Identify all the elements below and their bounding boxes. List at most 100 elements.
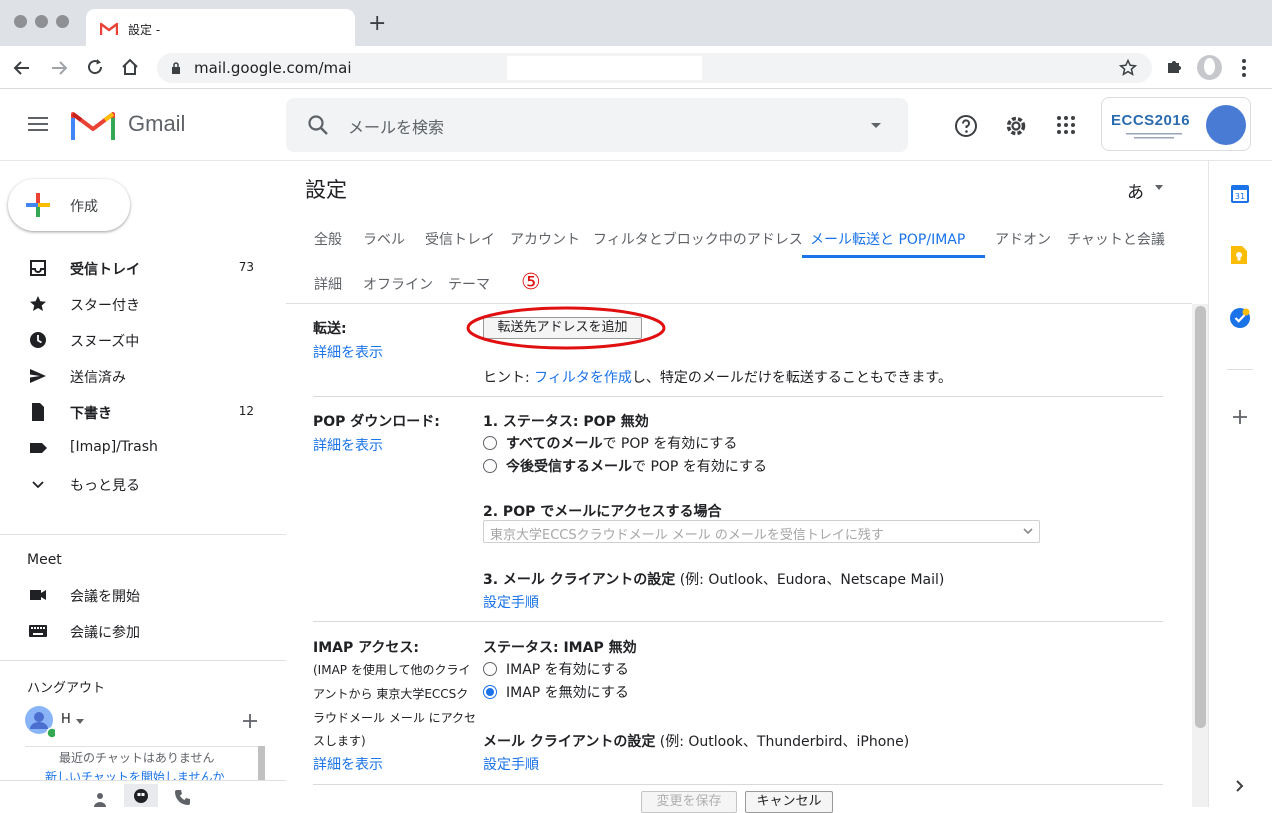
meet-start-meeting[interactable]: 会議を開始 bbox=[0, 577, 270, 613]
pop-client-heading: 3. メール クライアントの設定 (例: Outlook、Eudora、Nets… bbox=[483, 569, 944, 589]
pop-enable-new-label[interactable]: 今後受信するメールで POP を有効にする bbox=[506, 456, 767, 476]
cancel-button[interactable]: キャンセル bbox=[745, 791, 833, 813]
no-recent-chats-text: 最近のチャットはありません bbox=[59, 751, 215, 765]
sidebar-item-label: スヌーズ中 bbox=[70, 334, 140, 350]
chat-list-empty: 最近のチャットはありません 新しいチャットを開始しませんか bbox=[25, 746, 265, 784]
bookmark-star-icon[interactable] bbox=[1119, 59, 1137, 77]
draft-icon bbox=[32, 403, 44, 421]
caret-down-icon bbox=[76, 719, 84, 724]
save-changes-button[interactable]: 変更を保存 bbox=[641, 791, 737, 813]
apps-grid-icon[interactable] bbox=[1056, 115, 1076, 135]
caret-down-icon bbox=[1155, 185, 1163, 190]
chevron-right-icon[interactable] bbox=[1235, 779, 1245, 793]
sidebar-item-imap-trash[interactable]: [Imap]/Trash bbox=[0, 430, 270, 466]
sidebar-item-snoozed[interactable]: スヌーズ中 bbox=[0, 322, 270, 358]
pop-details-link[interactable]: 詳細を表示 bbox=[313, 435, 383, 455]
sidebar-item-sent[interactable]: 送信済み bbox=[0, 358, 270, 394]
extensions-puzzle-icon[interactable] bbox=[1165, 58, 1183, 76]
imap-client-heading-bold: メール クライアントの設定 bbox=[483, 734, 656, 750]
forwarding-details-link[interactable]: 詳細を表示 bbox=[313, 342, 383, 362]
tab-offline[interactable]: オフライン bbox=[363, 274, 433, 294]
sidebar-divider bbox=[0, 660, 286, 661]
tab-inbox[interactable]: 受信トレイ bbox=[425, 229, 495, 249]
unread-count: 73 bbox=[238, 260, 254, 274]
gmail-logo-icon[interactable] bbox=[71, 110, 115, 142]
tab-forwarding-pop-imap[interactable]: メール転送と POP/IMAP bbox=[810, 229, 965, 249]
address-bar[interactable]: mail.google.com/mai bbox=[157, 53, 1152, 83]
back-arrow-icon[interactable] bbox=[13, 59, 31, 77]
keyboard-icon bbox=[29, 625, 47, 637]
search-bar[interactable]: メールを検索 bbox=[286, 98, 908, 152]
tab-advanced[interactable]: 詳細 bbox=[314, 274, 342, 294]
imap-config-instructions-link[interactable]: 設定手順 bbox=[483, 754, 539, 774]
calendar-icon[interactable]: 31 bbox=[1230, 184, 1250, 204]
step-number-annotation: ⑤ bbox=[521, 270, 541, 295]
account-switcher[interactable]: ECCS2016 bbox=[1101, 97, 1251, 151]
tab-addons[interactable]: アドオン bbox=[995, 229, 1051, 249]
imap-enable-label[interactable]: IMAP を有効にする bbox=[506, 659, 629, 679]
settings-scrollbar-thumb[interactable] bbox=[1195, 306, 1206, 728]
pop-client-heading-bold: 3. メール クライアントの設定 bbox=[483, 572, 676, 588]
active-tab-indicator bbox=[802, 255, 985, 258]
get-addons-plus-icon[interactable] bbox=[1232, 409, 1248, 425]
hangouts-chat-icon[interactable] bbox=[124, 784, 158, 807]
settings-gear-icon[interactable] bbox=[1003, 113, 1029, 139]
user-avatar[interactable] bbox=[1206, 105, 1246, 145]
sidebar-item-more[interactable]: もっと見る bbox=[0, 466, 270, 502]
imap-details-link[interactable]: 詳細を表示 bbox=[313, 754, 383, 774]
video-camera-icon bbox=[30, 590, 46, 600]
hangouts-user-name: H bbox=[61, 712, 71, 727]
tab-filters[interactable]: フィルタとブロック中のアドレス bbox=[593, 229, 803, 249]
sidebar-item-drafts[interactable]: 下書き 12 bbox=[0, 394, 270, 430]
search-options-caret-icon[interactable] bbox=[870, 122, 882, 129]
hint-suffix: し、特定のメールだけを転送することもできます。 bbox=[631, 370, 952, 386]
main-menu-icon[interactable] bbox=[28, 116, 48, 132]
pop-enable-all-label[interactable]: すべてのメールで POP を有効にする bbox=[506, 433, 737, 453]
new-tab-button[interactable]: + bbox=[368, 13, 386, 35]
imap-disable-label[interactable]: IMAP を無効にする bbox=[506, 682, 629, 702]
new-chat-plus-icon[interactable] bbox=[242, 713, 258, 729]
contacts-person-icon[interactable] bbox=[92, 791, 108, 807]
imap-disable-radio[interactable] bbox=[483, 685, 497, 699]
sidebar-item-label: スター付き bbox=[70, 298, 140, 314]
tab-accounts[interactable]: アカウント bbox=[510, 229, 580, 249]
search-placeholder: メールを検索 bbox=[348, 118, 445, 137]
pop-enable-all-radio[interactable] bbox=[483, 436, 497, 450]
forward-arrow-icon[interactable] bbox=[50, 59, 68, 77]
window-minimize-button[interactable] bbox=[35, 15, 48, 28]
tasks-icon[interactable] bbox=[1229, 307, 1251, 329]
gmail-favicon-icon bbox=[100, 22, 118, 35]
forwarding-hint: ヒント: フィルタを作成し、特定のメールだけを転送することもできます。 bbox=[483, 367, 952, 387]
tab-general[interactable]: 全般 bbox=[314, 229, 342, 249]
imap-client-heading: メール クライアントの設定 (例: Outlook、Thunderbird、iP… bbox=[483, 731, 909, 751]
pop-access-select[interactable]: 東京大学ECCSクラウドメール メール のメールを受信トレイに残す bbox=[483, 520, 1040, 543]
meet-section-title: Meet bbox=[27, 552, 62, 568]
imap-enable-radio[interactable] bbox=[483, 662, 497, 676]
profile-avatar-icon[interactable] bbox=[1197, 55, 1222, 80]
page-title: 設定 bbox=[305, 178, 347, 202]
search-icon[interactable] bbox=[307, 114, 329, 136]
help-icon[interactable] bbox=[954, 114, 978, 138]
pop-access-heading: 2. POP でメールにアクセスする場合 bbox=[483, 504, 722, 520]
pop-enable-new-radio[interactable] bbox=[483, 459, 497, 473]
compose-button[interactable]: 作成 bbox=[8, 179, 130, 231]
input-tools-button[interactable]: あ bbox=[1127, 178, 1163, 203]
sidebar-item-inbox[interactable]: 受信トレイ 73 bbox=[0, 250, 270, 286]
window-close-button[interactable] bbox=[14, 15, 27, 28]
create-filter-link[interactable]: フィルタを作成 bbox=[534, 370, 632, 386]
tab-chat-meet[interactable]: チャットと会議 bbox=[1067, 229, 1165, 249]
sidebar-item-starred[interactable]: スター付き bbox=[0, 286, 270, 322]
reload-icon[interactable] bbox=[86, 58, 104, 76]
pop-config-instructions-link[interactable]: 設定手順 bbox=[483, 592, 539, 612]
meet-join-meeting[interactable]: 会議に参加 bbox=[0, 613, 270, 649]
imap-access-label: IMAP アクセス: bbox=[313, 640, 420, 656]
keep-notes-icon[interactable] bbox=[1230, 245, 1248, 265]
tabs-divider bbox=[286, 303, 1192, 304]
browser-tab[interactable]: 設定 - bbox=[86, 9, 355, 47]
browser-menu-icon[interactable] bbox=[1240, 58, 1248, 78]
tab-labels[interactable]: ラベル bbox=[363, 229, 405, 249]
phone-icon[interactable] bbox=[174, 788, 192, 806]
tab-themes[interactable]: テーマ bbox=[448, 274, 490, 294]
window-zoom-button[interactable] bbox=[56, 15, 69, 28]
home-icon[interactable] bbox=[120, 57, 140, 77]
